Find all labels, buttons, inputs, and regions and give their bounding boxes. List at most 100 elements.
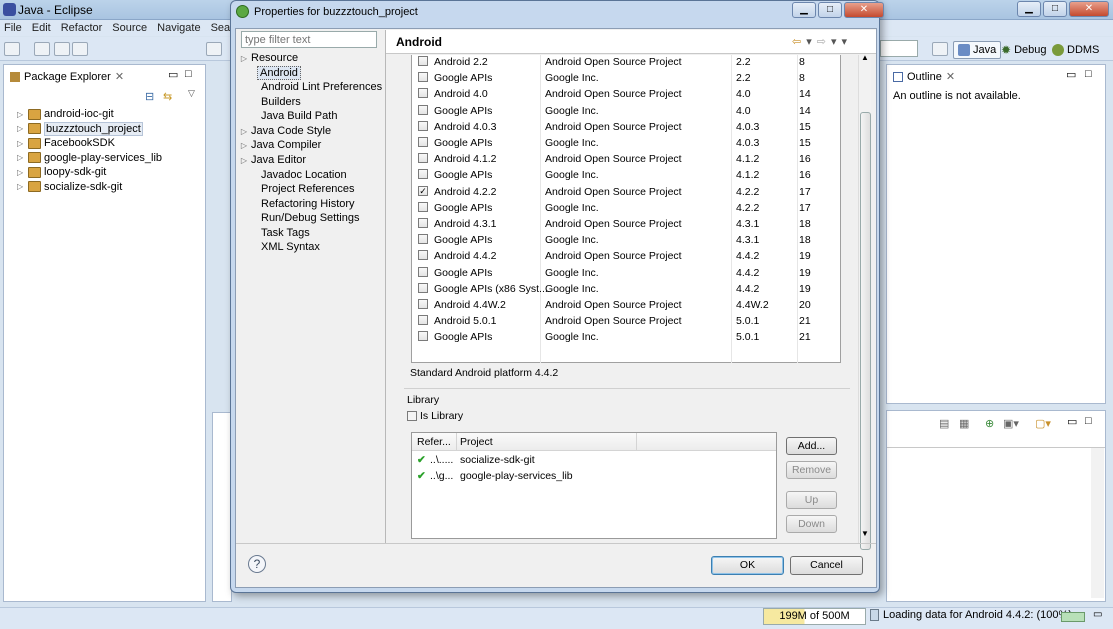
menu-navigate[interactable]: Navigate: [157, 20, 200, 36]
open-console-icon[interactable]: ⊕: [985, 417, 994, 430]
ok-button[interactable]: OK: [711, 556, 784, 575]
link-editor-icon[interactable]: ⇆: [163, 90, 172, 103]
tree-item-buzzztouch-project[interactable]: ▷ buzzztouch_project: [17, 121, 202, 137]
checkbox-icon[interactable]: [418, 315, 428, 326]
menu-source[interactable]: Source: [112, 20, 147, 36]
checkbox-icon[interactable]: [418, 299, 428, 309]
expand-arrow-icon[interactable]: ▷: [17, 153, 25, 162]
nav-item-java-compiler[interactable]: ▷ Java Compiler: [237, 139, 321, 151]
quick-access-input[interactable]: [880, 40, 918, 57]
nav-item-java-build-path[interactable]: Java Build Path: [261, 110, 337, 122]
is-library-checkbox[interactable]: Is Library: [407, 410, 463, 422]
menu-edit[interactable]: Edit: [32, 20, 51, 36]
maximize-view-icon[interactable]: □: [185, 68, 192, 80]
import-icon[interactable]: [206, 42, 222, 56]
console-toolbar-icon[interactable]: ▤: [939, 417, 949, 430]
target-row[interactable]: Google APIs Google Inc. 4.4.2 19: [412, 266, 840, 282]
expand-arrow-icon[interactable]: ▷: [237, 127, 251, 136]
minimize-view-icon[interactable]: ▭: [1067, 415, 1077, 428]
move-down-button[interactable]: Down: [786, 515, 837, 533]
project-build-target-table[interactable]: Android 2.2 Android Open Source Project 2.…: [411, 55, 841, 363]
target-row[interactable]: Google APIs Google Inc. 4.3.1 18: [412, 233, 840, 249]
help-button[interactable]: ?: [248, 555, 266, 573]
target-row[interactable]: Android 4.4W.2 Android Open Source Projec…: [412, 298, 840, 314]
maximize-view-icon[interactable]: □: [1085, 68, 1092, 80]
library-reference-table[interactable]: Refer... Project ✔ ..\..... socialize-sd…: [411, 432, 777, 539]
checkbox-icon[interactable]: [418, 137, 428, 147]
back-menu-icon[interactable]: ▾: [806, 35, 812, 48]
perspective-debug[interactable]: ✹ Debug: [1001, 41, 1046, 59]
expand-arrow-icon[interactable]: ▷: [17, 168, 25, 177]
progress-view-icon[interactable]: ▭: [1093, 609, 1102, 620]
target-row[interactable]: Android 4.0 Android Open Source Project 4.…: [412, 87, 840, 103]
checkbox-icon[interactable]: [418, 201, 428, 212]
dialog-maximize-button[interactable]: □: [818, 2, 842, 18]
tree-item-socialize-sdk-git[interactable]: ▷ socialize-sdk-git: [17, 180, 202, 195]
target-row[interactable]: Google APIs Google Inc. 4.0 14: [412, 104, 840, 120]
target-row[interactable]: Google APIs Google Inc. 4.0.3 15: [412, 136, 840, 152]
target-row[interactable]: Google APIs Google Inc. 5.0.1 21: [412, 330, 840, 346]
tree-item-facebooksdk[interactable]: ▷ FacebookSDK: [17, 136, 202, 151]
save-icon[interactable]: [34, 42, 50, 56]
scroll-down-icon[interactable]: ▼: [861, 529, 869, 538]
page-menu-icon[interactable]: ▾: [842, 35, 848, 48]
expand-arrow-icon[interactable]: ▷: [237, 54, 251, 63]
checkbox-icon[interactable]: [418, 72, 428, 83]
nav-item-android[interactable]: Android: [257, 66, 301, 80]
checkbox-icon[interactable]: [418, 250, 428, 261]
target-row[interactable]: Google APIs Google Inc. 4.1.2 16: [412, 168, 840, 184]
checkbox-icon[interactable]: [418, 234, 428, 245]
expand-arrow-icon[interactable]: ▷: [237, 141, 251, 150]
maximize-button[interactable]: □: [1043, 1, 1067, 17]
checkbox-icon[interactable]: [418, 218, 428, 228]
remove-library-button[interactable]: Remove: [786, 461, 837, 479]
progress-status[interactable]: Loading data for Android 4.4.2: (100%): [870, 609, 1072, 621]
minimize-view-icon[interactable]: ▭: [168, 68, 178, 81]
checkbox-icon[interactable]: [418, 120, 428, 131]
close-button[interactable]: ✕: [1069, 1, 1109, 17]
checkbox-icon[interactable]: [407, 411, 417, 421]
nav-item-javadoc-location[interactable]: Javadoc Location: [261, 169, 347, 181]
close-tab-icon[interactable]: ✕: [946, 70, 955, 83]
checkbox-icon[interactable]: [418, 266, 428, 277]
maximize-view-icon[interactable]: □: [1085, 415, 1092, 427]
view-menu-icon[interactable]: ▽: [188, 88, 195, 99]
expand-arrow-icon[interactable]: ▷: [237, 156, 251, 165]
library-row[interactable]: ✔ ..\..... socialize-sdk-git: [412, 453, 776, 469]
nav-item-project-references[interactable]: Project References: [261, 183, 355, 195]
perspective-ddms[interactable]: DDMS: [1052, 41, 1099, 59]
expand-arrow-icon[interactable]: ▷: [17, 124, 25, 133]
checkbox-icon[interactable]: [418, 331, 428, 342]
open-perspective-icon[interactable]: [932, 42, 948, 56]
menu-file[interactable]: File: [4, 20, 22, 36]
target-row[interactable]: Android 4.0.3 Android Open Source Project…: [412, 120, 840, 136]
save-all-icon[interactable]: [54, 42, 70, 56]
new-icon[interactable]: [4, 42, 20, 56]
checkbox-icon[interactable]: [418, 104, 428, 115]
nav-item-xml-syntax[interactable]: XML Syntax: [261, 241, 320, 253]
nav-item-builders[interactable]: Builders: [261, 96, 301, 108]
filter-input[interactable]: [241, 31, 377, 48]
target-row[interactable]: Google APIs (x86 Syst... Google Inc. 4.4.2…: [412, 282, 840, 298]
tree-item-loopy-sdk-git[interactable]: ▷ loopy-sdk-git: [17, 165, 202, 180]
nav-item-resource[interactable]: ▷ Resource: [237, 52, 298, 64]
target-row[interactable]: Android 4.3.1 Android Open Source Project…: [412, 217, 840, 233]
dialog-close-button[interactable]: ✕: [844, 2, 884, 18]
dialog-minimize-button[interactable]: ▁: [792, 2, 816, 18]
cancel-button[interactable]: Cancel: [790, 556, 863, 575]
minimize-button[interactable]: ▁: [1017, 1, 1041, 17]
nav-item-run-debug-settings[interactable]: Run/Debug Settings: [261, 212, 359, 224]
console-scrollbar[interactable]: [1091, 448, 1104, 598]
target-row[interactable]: Android 4.1.2 Android Open Source Project…: [412, 152, 840, 168]
checkbox-icon[interactable]: [418, 169, 428, 180]
expand-arrow-icon[interactable]: ▷: [17, 182, 25, 191]
perspective-java[interactable]: Java: [953, 41, 1002, 59]
nav-item-refactoring-history[interactable]: Refactoring History: [261, 198, 355, 210]
target-row[interactable]: Android 5.0.1 Android Open Source Project…: [412, 314, 840, 330]
progress-bar[interactable]: [1061, 612, 1085, 622]
forward-menu-icon[interactable]: ▾: [831, 35, 837, 48]
checkbox-icon[interactable]: [418, 153, 428, 164]
minimize-view-icon[interactable]: ▭: [1066, 68, 1076, 81]
checkbox-icon[interactable]: [418, 56, 428, 66]
display-console-icon[interactable]: ▣▾: [1003, 417, 1019, 430]
